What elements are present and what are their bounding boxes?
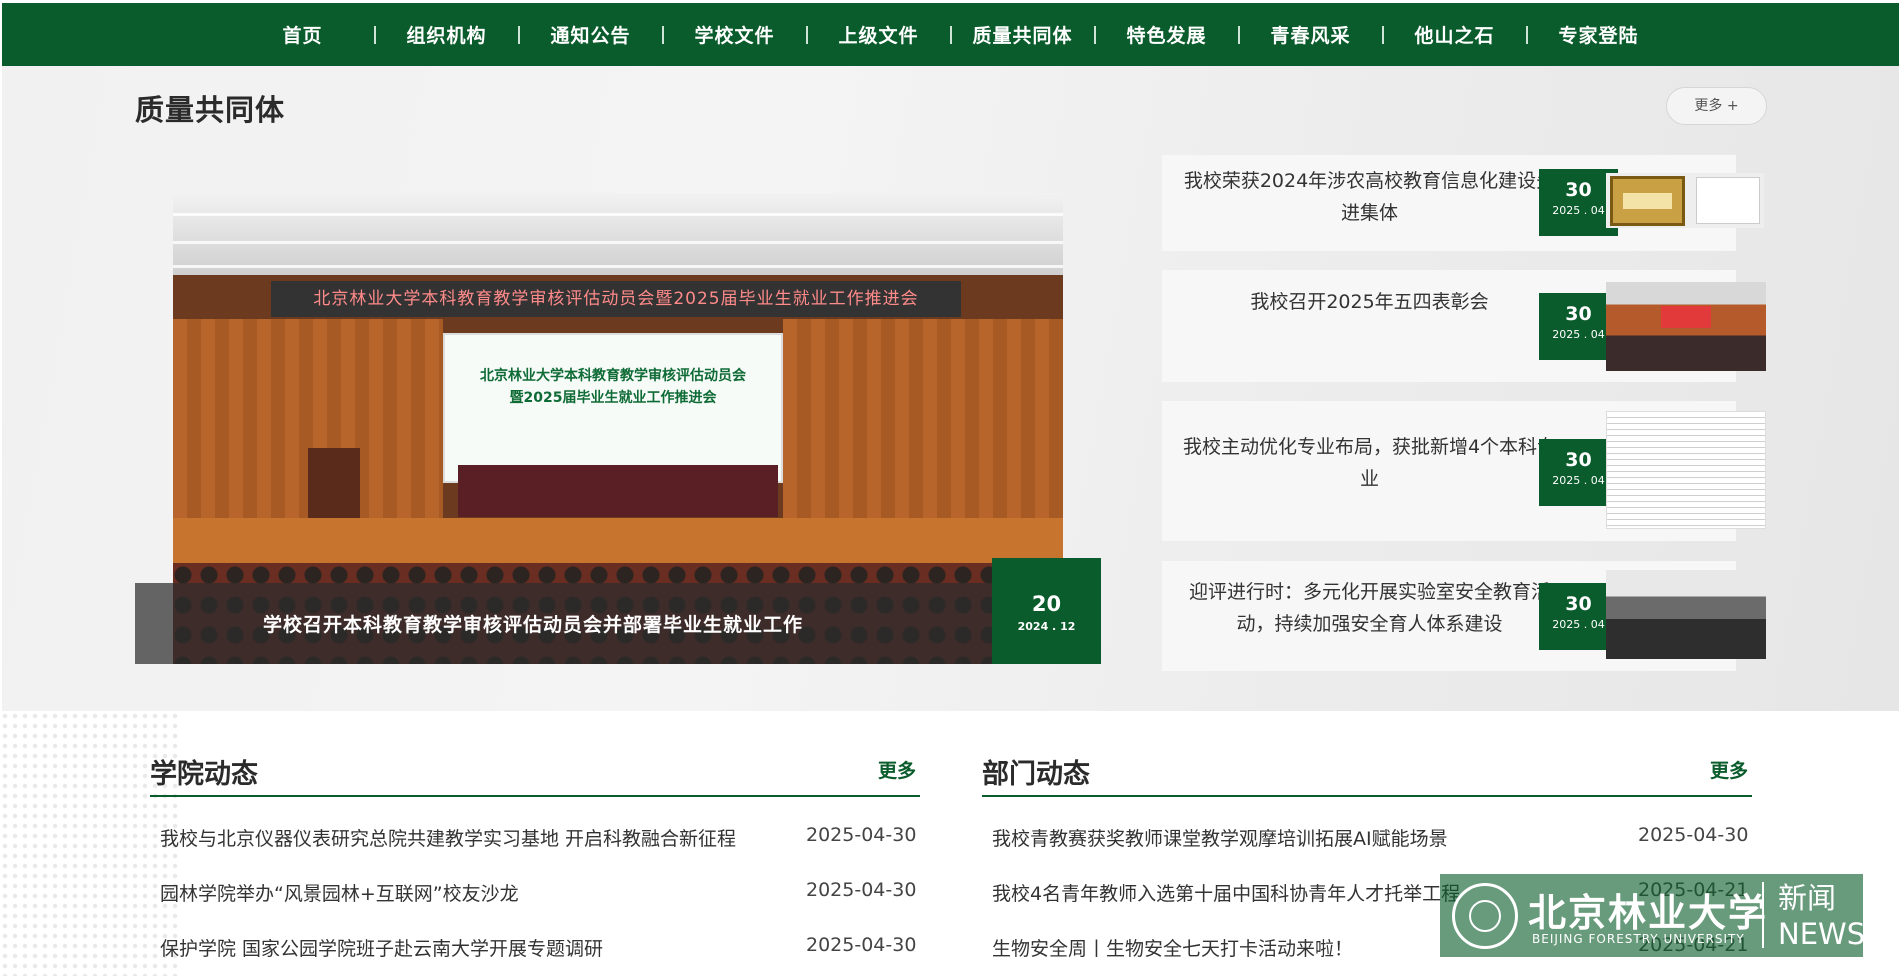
side-news-item[interactable]: 迎评进行时：多元化开展实验室安全教育活动，持续加强安全育人体系建设 30 202… [1162, 561, 1766, 671]
dept-news-item[interactable]: 我校青教赛获奖教师课堂教学观摩培训拓展AI赋能场景 [992, 824, 1448, 851]
seal-inner-ring [1469, 900, 1501, 932]
ceiling-light [173, 213, 1063, 216]
dept-divider [982, 795, 1752, 797]
dept-more-link[interactable]: 更多 [1710, 756, 1748, 783]
nav-item-school-documents[interactable]: 学校文件 [664, 21, 806, 48]
featured-news[interactable]: 北京林业大学本科教育教学审核评估动员会暨2025届毕业生就业工作推进会 北京林业… [135, 193, 1101, 664]
dept-news-title: 部门动态 [982, 759, 1090, 790]
ceiling-light [173, 241, 1063, 244]
presidium-table [458, 465, 778, 517]
college-news-item[interactable]: 园林学院举办“风景园林+互联网”校友沙龙 [160, 879, 519, 906]
document-table-thumbnail[interactable] [1606, 411, 1766, 529]
college-news-item[interactable]: 保护学院 国家公园学院班子赴云南大学开展专题调研 [160, 934, 603, 961]
dept-news-item[interactable]: 生物安全周丨生物安全七天打卡活动来啦！ [992, 934, 1353, 961]
certificate-thumbnail[interactable] [1606, 173, 1764, 228]
page: 首页 组织机构 通知公告 学校文件 上级文件 质量共同体 特色发展 青春风采 他… [0, 0, 1901, 976]
section-title: 质量共同体 [135, 93, 286, 127]
certificate-plate [1623, 193, 1672, 209]
podium [308, 448, 360, 520]
college-divider [150, 795, 920, 797]
nav-item-superior-documents[interactable]: 上级文件 [808, 21, 950, 48]
logo-news-label: 新闻 NEWS [1778, 880, 1865, 952]
decorative-dot-pattern [0, 711, 180, 976]
stage [173, 518, 1063, 568]
side-news-title[interactable]: 我校荣获2024年涉农高校教育信息化建设先进集体 [1182, 165, 1557, 229]
nav-item-youth[interactable]: 青春风采 [1240, 21, 1382, 48]
nav-item-featured-development[interactable]: 特色发展 [1096, 21, 1238, 48]
photo-banner-text: 北京林业大学本科教育教学审核评估动员会暨2025届毕业生就业工作推进会 [271, 281, 961, 317]
screen-text: 北京林业大学本科教育教学审核评估动员会 暨2025届毕业生就业工作推进会 [445, 365, 781, 409]
college-news-date: 2025-04-30 [806, 934, 917, 956]
ceiling [173, 193, 1063, 275]
featured-caption[interactable]: 学校召开本科教育教学审核评估动员会并部署毕业生就业工作 [263, 610, 803, 637]
university-news-logo[interactable]: 北京林业大学 BEIJING FORESTRY UNIVERSITY 新闻 NE… [1440, 874, 1865, 957]
logo-news-cn: 新闻 [1778, 881, 1837, 915]
logo-english-name: BEIJING FORESTRY UNIVERSITY [1532, 932, 1745, 946]
screen-line-2: 暨2025届毕业生就业工作推进会 [509, 390, 717, 406]
dept-news-item[interactable]: 我校4名青年教师入选第十届中国科协青年人才托举工程 [992, 879, 1460, 906]
side-news-title[interactable]: 我校召开2025年五四表彰会 [1182, 286, 1557, 318]
lecture-hall-thumbnail[interactable] [1606, 570, 1766, 659]
auditorium-thumbnail[interactable] [1606, 282, 1766, 371]
nav-item-notices[interactable]: 通知公告 [520, 21, 662, 48]
featured-day: 20 [1031, 592, 1062, 616]
thumbnail-red-screen [1661, 306, 1711, 328]
featured-date-badge: 20 2024 . 12 [992, 558, 1101, 664]
university-seal-icon [1452, 883, 1518, 949]
nav-item-organization[interactable]: 组织机构 [376, 21, 518, 48]
featured-year-month: 2024 . 12 [1017, 620, 1076, 633]
side-news-title[interactable]: 我校主动优化专业布局，获批新增4个本科专业 [1182, 431, 1557, 495]
dept-news-date: 2025-04-30 [1638, 824, 1749, 846]
nav-list: 首页 组织机构 通知公告 学校文件 上级文件 质量共同体 特色发展 青春风采 他… [232, 21, 1670, 48]
projection-screen: 北京林业大学本科教育教学审核评估动员会 暨2025届毕业生就业工作推进会 [443, 333, 783, 483]
screen-line-1: 北京林业大学本科教育教学审核评估动员会 [480, 368, 746, 384]
nav-item-expert-login[interactable]: 专家登陆 [1528, 21, 1670, 48]
more-button[interactable]: 更多 + [1666, 87, 1767, 125]
certificate-frame [1610, 176, 1685, 226]
nav-item-quality-community[interactable]: 质量共同体 [952, 21, 1094, 48]
nav-item-other-stones[interactable]: 他山之石 [1384, 21, 1526, 48]
nav-item-home[interactable]: 首页 [232, 21, 374, 48]
certificate-paper [1696, 177, 1760, 224]
logo-chinese-name: 北京林业大学 [1528, 890, 1769, 935]
college-news-date: 2025-04-30 [806, 879, 917, 901]
college-news-date: 2025-04-30 [806, 824, 917, 846]
side-news-title[interactable]: 迎评进行时：多元化开展实验室安全教育活动，持续加强安全育人体系建设 [1182, 576, 1557, 640]
college-news-title: 学院动态 [150, 759, 258, 790]
top-nav: 首页 组织机构 通知公告 学校文件 上级文件 质量共同体 特色发展 青春风采 他… [2, 3, 1899, 66]
logo-news-en: NEWS [1778, 917, 1866, 951]
college-news-item[interactable]: 我校与北京仪器仪表研究总院共建教学实习基地 开启科教融合新征程 [160, 824, 736, 851]
side-news-item[interactable]: 我校荣获2024年涉农高校教育信息化建设先进集体 30 2025 . 04 [1162, 155, 1764, 251]
college-more-link[interactable]: 更多 [878, 756, 916, 783]
logo-divider [1762, 882, 1764, 948]
side-news-item[interactable]: 我校主动优化专业布局，获批新增4个本科专业 30 2025 . 04 [1162, 401, 1766, 541]
ceiling-light [173, 265, 1063, 268]
wood-wall-right [783, 319, 1063, 519]
side-news-item[interactable]: 我校召开2025年五四表彰会 30 2025 . 04 [1162, 270, 1766, 382]
